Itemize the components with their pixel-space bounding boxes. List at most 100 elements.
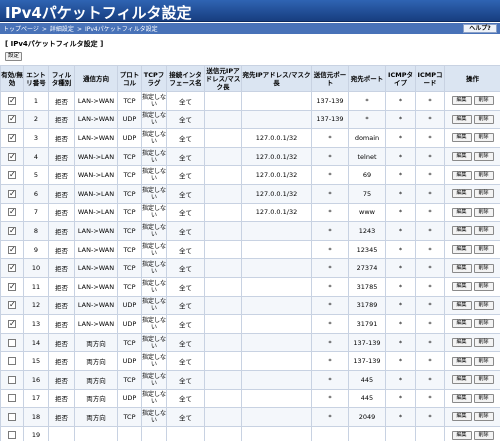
enabled-checkbox[interactable] [8, 319, 16, 329]
delete-button[interactable]: 削除 [473, 96, 494, 106]
edit-button[interactable]: 編集 [451, 412, 472, 422]
operation-cell: 編集 削除 [444, 221, 500, 241]
edit-button[interactable]: 編集 [451, 263, 472, 273]
source-port-cell: * [311, 183, 349, 204]
enabled-checkbox[interactable] [8, 226, 16, 236]
edit-button[interactable]: 編集 [451, 430, 472, 440]
set-button[interactable]: 設定 [5, 52, 22, 61]
delete-button[interactable]: 削除 [473, 319, 494, 329]
delete-button[interactable]: 削除 [473, 263, 494, 273]
enabled-checkbox[interactable] [8, 338, 16, 347]
edit-button[interactable]: 編集 [451, 207, 472, 217]
delete-button[interactable]: 削除 [473, 430, 494, 440]
delete-button[interactable]: 削除 [473, 207, 494, 217]
icmp-type-cell: * [385, 146, 416, 167]
delete-button[interactable]: 削除 [473, 282, 494, 292]
delete-button[interactable]: 削除 [473, 393, 494, 403]
icmp-type-cell: * [385, 295, 416, 316]
table-row: 16 拒否 両方向 TCP 指定しない 全て * 445 * * 編集 削除 [0, 369, 500, 390]
nav-bar: トップページ > 詳細設定 > IPv4パケットフィルタ設定 ヘルプ? [0, 23, 500, 34]
direction-cell: WAN->LAN [74, 165, 118, 185]
col-icmp-code-header: ICMPコード [415, 65, 445, 92]
enabled-checkbox[interactable] [8, 189, 16, 199]
delete-button[interactable]: 削除 [473, 356, 494, 366]
page-title: IPv4パケットフィルタ設定 [5, 4, 192, 22]
delete-button[interactable]: 削除 [473, 412, 494, 422]
filter-type-cell: 拒否 [48, 351, 75, 371]
dest-port-cell: 445 [348, 369, 386, 390]
breadcrumb: トップページ > 詳細設定 > IPv4パケットフィルタ設定 [3, 24, 158, 33]
enabled-checkbox[interactable] [8, 114, 16, 124]
delete-button[interactable]: 削除 [473, 226, 494, 236]
delete-button[interactable]: 削除 [473, 170, 494, 180]
delete-button[interactable]: 削除 [473, 338, 494, 348]
edit-button[interactable]: 編集 [451, 338, 472, 348]
entry-no-cell: 12 [23, 295, 49, 316]
breadcrumb-advanced[interactable]: 詳細設定 [50, 26, 74, 33]
enabled-checkbox[interactable] [8, 170, 16, 180]
edit-button[interactable]: 編集 [451, 245, 472, 255]
delete-button[interactable]: 削除 [473, 133, 494, 143]
edit-button[interactable]: 編集 [451, 96, 472, 106]
entry-no-cell: 9 [23, 239, 49, 260]
tcp-flag-cell: 指定しない [141, 146, 167, 167]
enabled-checkbox[interactable] [8, 357, 16, 366]
edit-button[interactable]: 編集 [451, 133, 472, 143]
delete-button[interactable]: 削除 [473, 375, 494, 385]
edit-button[interactable]: 編集 [451, 226, 472, 236]
enabled-checkbox[interactable] [8, 133, 16, 143]
dest-port-cell: 12345 [348, 239, 386, 260]
enabled-checkbox[interactable] [8, 263, 16, 273]
enabled-checkbox[interactable] [8, 300, 16, 310]
delete-button[interactable]: 削除 [473, 300, 494, 310]
edit-button[interactable]: 編集 [451, 319, 472, 329]
source-ip-cell [204, 183, 242, 204]
icmp-code-cell: * [415, 388, 445, 409]
edit-button[interactable]: 編集 [451, 114, 472, 124]
icmp-type-cell: * [385, 276, 416, 297]
delete-button[interactable]: 削除 [473, 245, 494, 255]
operation-cell: 編集 削除 [444, 165, 500, 185]
delete-button[interactable]: 削除 [473, 114, 494, 124]
enabled-checkbox[interactable] [8, 282, 16, 292]
edit-button[interactable]: 編集 [451, 170, 472, 180]
edit-button[interactable]: 編集 [451, 393, 472, 403]
operation-cell: 編集 削除 [444, 91, 500, 111]
enabled-checkbox[interactable] [8, 375, 16, 384]
protocol-cell: TCP [117, 221, 142, 241]
dest-port-cell: * [348, 109, 386, 130]
source-ip-cell [204, 109, 242, 130]
help-button[interactable]: ヘルプ? [463, 24, 497, 33]
edit-button[interactable]: 編集 [451, 282, 472, 292]
table-row: 10拒否LAN->WANTCP指定しない全て*27374**編集削除 [0, 258, 500, 278]
entry-no-cell: 18 [23, 407, 49, 427]
enabled-checkbox[interactable] [8, 394, 16, 403]
enabled-checkbox[interactable] [8, 96, 16, 106]
source-port-cell: 137-139 [311, 109, 349, 130]
edit-button[interactable]: 編集 [451, 152, 472, 162]
dest-ip-cell [241, 221, 312, 241]
enabled-cell [0, 407, 24, 427]
breadcrumb-current: IPv4パケットフィルタ設定 [84, 26, 158, 33]
col-filter-type-header: フィルタ種別 [48, 65, 75, 92]
edit-button[interactable]: 編集 [451, 375, 472, 385]
filter-type-cell: 拒否 [48, 369, 75, 390]
enabled-checkbox[interactable] [8, 245, 16, 255]
filter-type-cell: 拒否 [48, 202, 75, 223]
enabled-cell [0, 388, 24, 409]
delete-button[interactable]: 削除 [473, 152, 494, 162]
edit-button[interactable]: 編集 [451, 189, 472, 199]
delete-button[interactable]: 削除 [473, 189, 494, 199]
breadcrumb-top[interactable]: トップページ [3, 26, 39, 33]
edit-button[interactable]: 編集 [451, 300, 472, 310]
entry-no-cell: 8 [23, 221, 49, 241]
protocol-cell: TCP [117, 332, 142, 353]
enabled-checkbox[interactable] [8, 431, 16, 440]
enabled-checkbox[interactable] [8, 412, 16, 421]
direction-cell: WAN->LAN [74, 183, 118, 204]
enabled-checkbox[interactable] [8, 207, 16, 217]
edit-button[interactable]: 編集 [451, 356, 472, 366]
enabled-checkbox[interactable] [8, 152, 16, 162]
source-ip-cell [204, 332, 242, 353]
direction-cell: WAN->LAN [74, 146, 118, 167]
